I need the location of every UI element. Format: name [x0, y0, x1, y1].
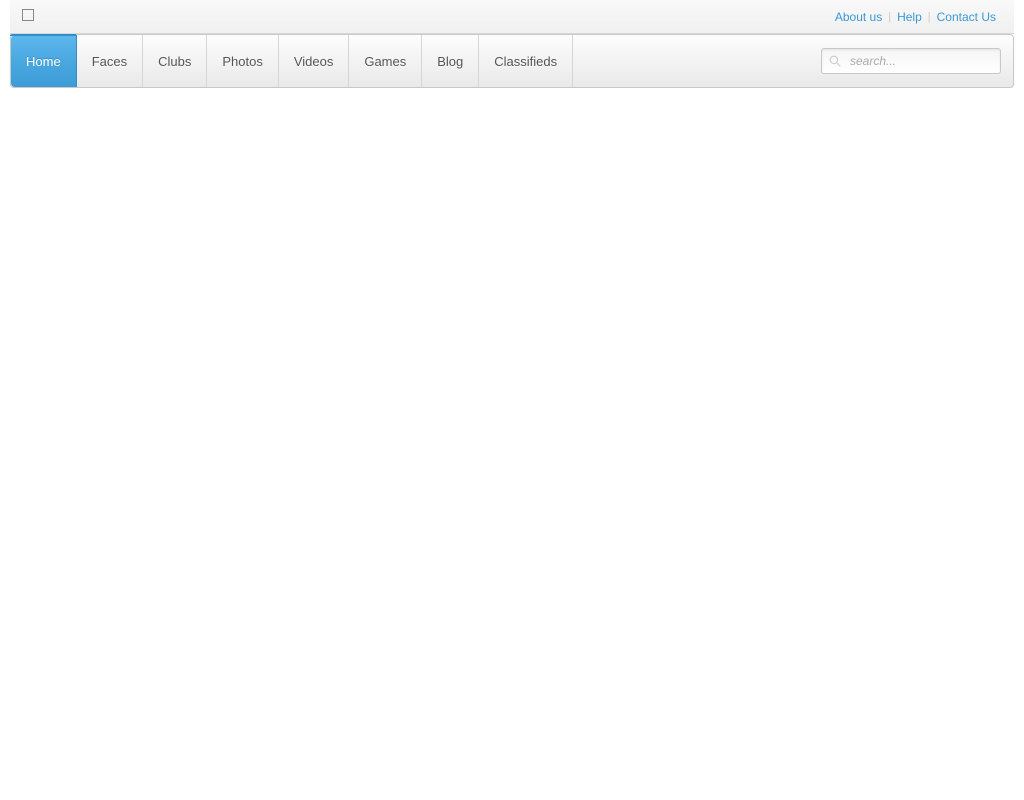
nav-label: Games: [364, 54, 406, 69]
nav-item-faces[interactable]: Faces: [77, 35, 143, 87]
nav-item-videos[interactable]: Videos: [279, 35, 350, 87]
nav-label: Blog: [437, 54, 463, 69]
nav-label: Photos: [222, 54, 262, 69]
top-bar: About us | Help | Contact Us: [10, 0, 1014, 34]
nav-label: Clubs: [158, 54, 191, 69]
content-area: [0, 88, 1024, 108]
nav-item-clubs[interactable]: Clubs: [143, 35, 207, 87]
search-wrapper: [821, 48, 1001, 74]
nav-item-games[interactable]: Games: [349, 35, 422, 87]
contact-us-link[interactable]: Contact Us: [931, 10, 1002, 24]
nav-item-blog[interactable]: Blog: [422, 35, 479, 87]
nav-items-container: Home Faces Clubs Photos Videos Games Blo…: [11, 35, 573, 87]
nav-item-home[interactable]: Home: [11, 35, 77, 87]
about-us-link[interactable]: About us: [829, 10, 888, 24]
nav-label: Videos: [294, 54, 334, 69]
nav-label: Faces: [92, 54, 127, 69]
nav-label: Home: [26, 54, 61, 69]
nav-label: Classifieds: [494, 54, 557, 69]
search-container: [821, 35, 1013, 87]
logo-placeholder-icon: [22, 9, 34, 21]
nav-item-photos[interactable]: Photos: [207, 35, 278, 87]
main-navigation: Home Faces Clubs Photos Videos Games Blo…: [10, 34, 1014, 88]
nav-item-classifieds[interactable]: Classifieds: [479, 35, 573, 87]
top-links: About us | Help | Contact Us: [829, 10, 1002, 24]
help-link[interactable]: Help: [891, 10, 928, 24]
search-icon: [829, 55, 841, 67]
logo-area: [22, 8, 34, 26]
search-input[interactable]: [821, 48, 1001, 74]
